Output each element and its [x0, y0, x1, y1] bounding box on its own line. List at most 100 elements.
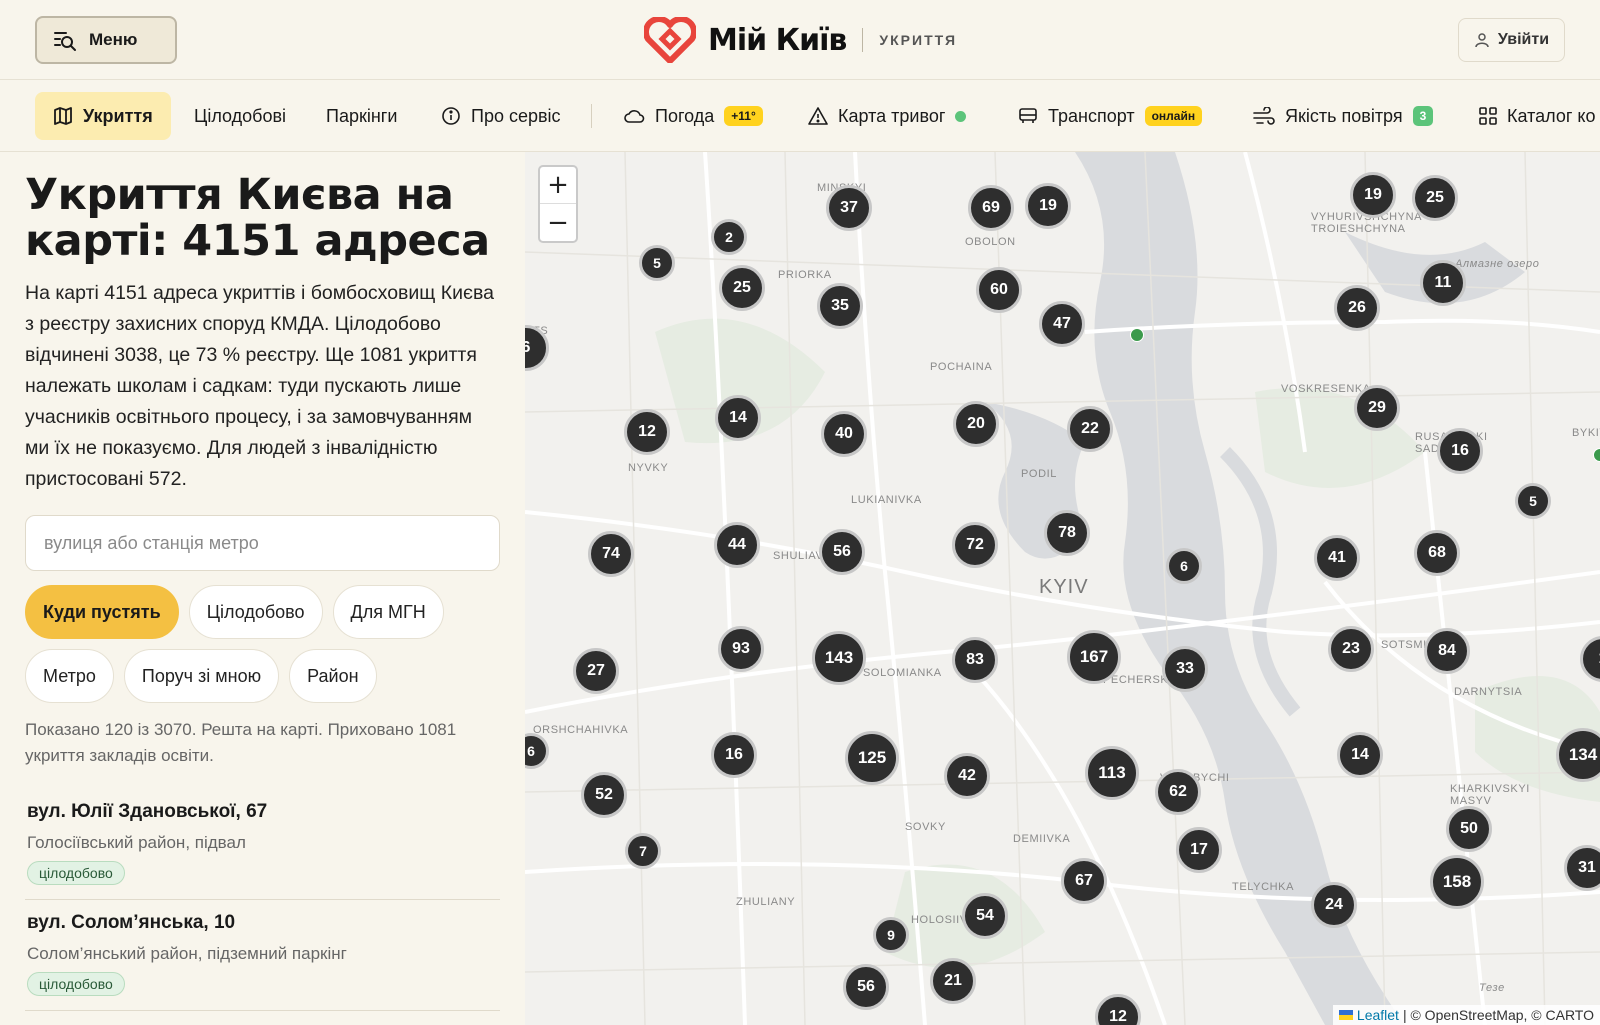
cluster-marker[interactable]: 35: [817, 283, 863, 329]
cluster-marker[interactable]: 22: [1067, 406, 1113, 452]
cluster-marker[interactable]: 21: [930, 958, 976, 1004]
cluster-marker[interactable]: 19: [1025, 183, 1071, 229]
filter-mobility[interactable]: Для МГН: [332, 585, 444, 639]
tab-shelters[interactable]: Укриття: [35, 92, 171, 140]
alert-pin[interactable]: [1130, 328, 1144, 342]
cluster-marker[interactable]: 60: [976, 267, 1022, 313]
cluster-marker[interactable]: 56: [819, 529, 865, 575]
cluster-marker[interactable]: 5: [639, 245, 675, 281]
tab-parkings[interactable]: Паркінги: [326, 92, 397, 140]
cluster-marker[interactable]: 16: [1437, 428, 1483, 474]
zoom-out-button[interactable]: −: [540, 204, 576, 241]
cluster-marker[interactable]: 143: [812, 631, 866, 685]
tab-about-label: Про сервіс: [471, 105, 561, 126]
list-item[interactable]: вул. Солом’янська, 10 Солом’янський райо…: [25, 900, 500, 1011]
cluster-marker[interactable]: 5: [1515, 483, 1551, 519]
tab-about[interactable]: Про сервіс: [441, 92, 561, 140]
logo[interactable]: Мій Київ УКРИТТЯ: [644, 16, 957, 64]
cluster-marker[interactable]: 12: [624, 409, 670, 455]
cluster-marker[interactable]: 167: [1067, 630, 1121, 684]
login-button[interactable]: Увійти: [1458, 18, 1565, 62]
filter-near-me[interactable]: Поруч зі мною: [123, 649, 280, 703]
cluster-marker[interactable]: 20: [953, 401, 999, 447]
info-icon: [442, 107, 460, 125]
leaflet-link[interactable]: Leaflet: [1357, 1007, 1399, 1023]
page-title: Укриття Києва на карті: 4151 адреса: [25, 170, 490, 266]
cluster-marker[interactable]: 37: [826, 185, 872, 231]
filter-accessible[interactable]: Куди пустять: [25, 585, 179, 639]
cluster-marker[interactable]: 68: [1414, 530, 1460, 576]
tab-catalog[interactable]: Каталог ко: [1479, 92, 1596, 140]
cluster-marker[interactable]: 158: [1430, 855, 1484, 909]
cluster-marker[interactable]: 14: [715, 395, 761, 441]
cluster-marker[interactable]: 50: [1446, 806, 1492, 852]
warning-icon: [808, 107, 828, 125]
cluster-marker[interactable]: 16: [711, 732, 757, 778]
cluster-marker[interactable]: 23: [1328, 626, 1374, 672]
list-item[interactable]: вул. Юлії Здановської, 67 Голосіївський …: [25, 789, 500, 900]
cluster-marker[interactable]: 42: [944, 753, 990, 799]
cluster-marker[interactable]: 113: [1085, 746, 1139, 800]
cluster-marker[interactable]: 47: [1039, 301, 1085, 347]
cluster-marker[interactable]: 84: [1424, 628, 1470, 674]
brand-name: Мій Київ: [708, 22, 847, 58]
map-label: HOLOSIIV: [911, 914, 968, 926]
tab-alerts-map[interactable]: Карта тривог: [808, 92, 967, 140]
cluster-marker[interactable]: 9: [873, 917, 909, 953]
tab-transport[interactable]: Транспорт онлайн: [1018, 92, 1203, 140]
menu-search-icon: [54, 32, 76, 51]
alert-pin[interactable]: [1593, 448, 1600, 462]
cluster-marker[interactable]: 83: [952, 637, 998, 683]
cluster-marker[interactable]: 29: [1354, 385, 1400, 431]
section-name: УКРИТТЯ: [879, 32, 958, 48]
filter-round-the-clock[interactable]: Цілодобово: [188, 585, 323, 639]
cluster-marker[interactable]: 24: [1311, 882, 1357, 928]
tab-weather[interactable]: Погода +11°: [623, 92, 763, 140]
cluster-marker[interactable]: 25: [719, 265, 765, 311]
map-label: OBOLON: [965, 236, 1016, 248]
search-input[interactable]: [25, 515, 500, 571]
cluster-marker[interactable]: 74: [588, 531, 634, 577]
cluster-marker[interactable]: 41: [1314, 535, 1360, 581]
cluster-marker[interactable]: 2: [711, 219, 747, 255]
tab-catalog-label: Каталог ко: [1507, 105, 1596, 126]
tab-air-quality[interactable]: Якість повітря 3: [1253, 92, 1434, 140]
cluster-marker[interactable]: 26: [1334, 285, 1380, 331]
cluster-marker[interactable]: 67: [1061, 858, 1107, 904]
cluster-marker[interactable]: 54: [962, 893, 1008, 939]
cluster-marker[interactable]: 17: [1176, 827, 1222, 873]
list-item-address: вул. Солом’янська, 10: [27, 912, 236, 933]
login-label: Увійти: [1497, 31, 1550, 48]
cluster-marker[interactable]: 11: [1420, 260, 1466, 306]
cluster-marker[interactable]: 14: [1337, 732, 1383, 778]
cluster-marker[interactable]: 125: [845, 731, 899, 785]
cluster-marker[interactable]: 25: [1412, 175, 1458, 221]
cluster-marker[interactable]: 52: [581, 772, 627, 818]
cluster-marker[interactable]: 69: [968, 185, 1014, 231]
cluster-marker[interactable]: 7: [625, 833, 661, 869]
menu-button[interactable]: Меню: [35, 16, 177, 64]
cluster-marker[interactable]: 62: [1155, 769, 1201, 815]
filter-district[interactable]: Район: [289, 649, 377, 703]
filter-metro[interactable]: Метро: [25, 649, 114, 703]
header: Меню Мій Київ УКРИТТЯ Увійти: [0, 0, 1600, 80]
tab-shelters-label: Укриття: [83, 105, 153, 126]
map-label: NYVKY: [628, 462, 669, 474]
cluster-marker[interactable]: 56: [843, 964, 889, 1010]
cluster-marker[interactable]: 78: [1044, 510, 1090, 556]
user-icon: [1475, 33, 1489, 48]
map[interactable]: MINSKYI OBOLON PRIORKA POCHAINA PODIL LU…: [525, 152, 1600, 1025]
cluster-marker[interactable]: 27: [573, 648, 619, 694]
cluster-marker[interactable]: 44: [714, 522, 760, 568]
cluster-marker[interactable]: 72: [952, 522, 998, 568]
cluster-marker[interactable]: 6: [1166, 548, 1202, 584]
cluster-marker[interactable]: 19: [1350, 172, 1396, 218]
cluster-marker[interactable]: 40: [821, 411, 867, 457]
tab-round-the-clock[interactable]: Цілодобові: [194, 92, 286, 140]
map-label: SOLOMIANKA: [863, 667, 942, 679]
zoom-in-button[interactable]: +: [540, 167, 576, 204]
cluster-marker[interactable]: 93: [718, 626, 764, 672]
results-list: вул. Юлії Здановської, 67 Голосіївський …: [25, 789, 500, 1011]
page-description: На карті 4151 адреса укриттів і бомбосхо…: [25, 282, 494, 490]
cluster-marker[interactable]: 33: [1162, 646, 1208, 692]
